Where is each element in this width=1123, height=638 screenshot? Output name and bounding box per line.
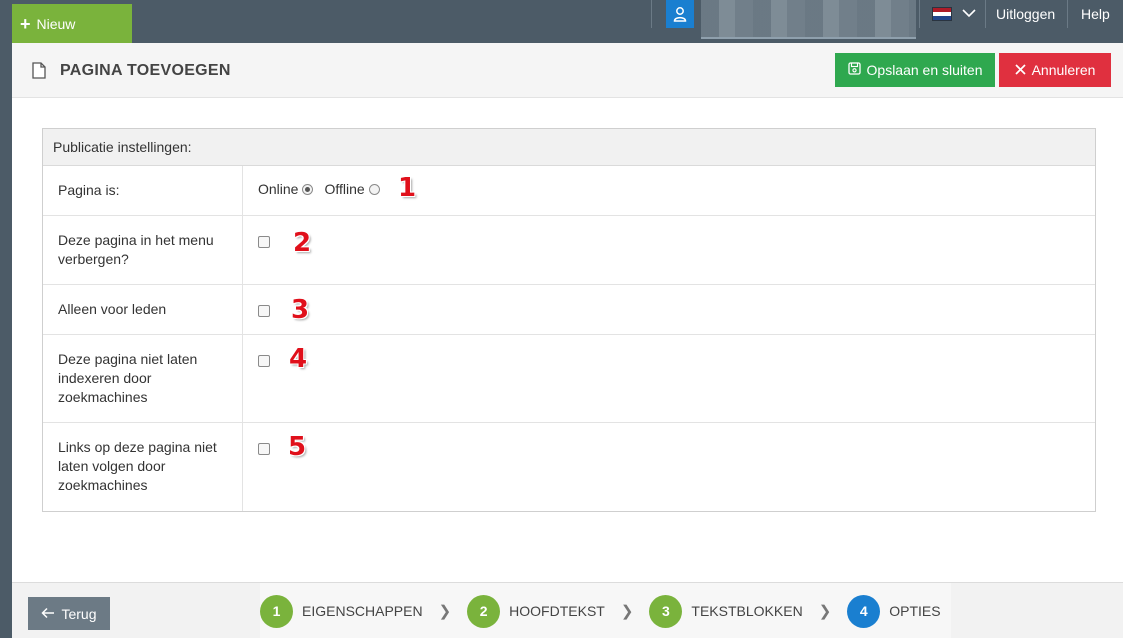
settings-row-label: Deze pagina in het menu verbergen? [43, 216, 243, 284]
online-radio[interactable] [302, 183, 314, 195]
wizard-steps: 1 EIGENSCHAPPEN ❯ 2 HOOFDTEKST ❯ 3 TEKST… [260, 583, 951, 638]
step-label: EIGENSCHAPPEN [302, 603, 423, 619]
settings-row-no-follow: Links op deze pagina niet laten volgen d… [43, 423, 1095, 511]
divider [919, 0, 920, 28]
annotation-marker: 1 [398, 173, 417, 203]
chevron-down-icon[interactable] [962, 6, 976, 21]
settings-row-label: Links op deze pagina niet laten volgen d… [43, 423, 243, 511]
save-icon [847, 62, 861, 78]
step-opties[interactable]: 4 OPTIES [847, 594, 941, 628]
logout-link[interactable]: Uitloggen [996, 6, 1055, 22]
user-underline [701, 37, 916, 39]
document-icon [32, 62, 46, 82]
status-radio-group: Online Offline [258, 181, 1080, 197]
new-button-label: Nieuw [36, 15, 76, 32]
step-eigenschappen[interactable]: 1 EIGENSCHAPPEN [260, 594, 423, 628]
settings-row-label: Deze pagina niet laten indexeren door zo… [43, 335, 243, 422]
annotation-marker: 3 [291, 295, 310, 325]
cancel-button[interactable]: Annuleren [999, 53, 1111, 87]
back-button[interactable]: Terug [28, 597, 110, 630]
settings-panel-title: Publicatie instellingen: [43, 129, 1095, 166]
settings-row-page-status: Pagina is: Online Offline 1 [43, 166, 1095, 216]
main-panel: PAGINA TOEVOEGEN Opslaan en sluiten Annu… [12, 43, 1123, 638]
save-and-close-button[interactable]: Opslaan en sluiten [835, 53, 995, 87]
no-index-checkbox[interactable] [258, 355, 270, 367]
step-number: 4 [847, 594, 881, 628]
page-title: PAGINA TOEVOEGEN [60, 62, 231, 79]
step-label: OPTIES [889, 603, 941, 619]
help-link[interactable]: Help [1081, 6, 1110, 22]
plus-icon: + [20, 13, 31, 34]
offline-label: Offline [324, 181, 365, 197]
arrow-left-icon [41, 606, 55, 622]
back-button-label: Terug [61, 605, 97, 622]
cancel-button-label: Annuleren [1031, 62, 1096, 78]
offline-radio[interactable] [368, 183, 380, 195]
annotation-marker: 5 [288, 432, 307, 462]
settings-row-value: 3 [243, 285, 1095, 334]
hide-in-menu-checkbox[interactable] [258, 236, 270, 248]
no-follow-checkbox[interactable] [258, 443, 270, 455]
divider [1067, 0, 1068, 28]
annotation-marker: 4 [289, 344, 308, 374]
settings-row-label: Pagina is: [43, 166, 243, 215]
settings-row-hide-in-menu: Deze pagina in het menu verbergen? 2 [43, 216, 1095, 285]
user-icon[interactable] [666, 0, 694, 28]
close-icon [1014, 62, 1026, 78]
step-number: 3 [649, 594, 683, 628]
step-hoofdtekst[interactable]: 2 HOOFDTEKST [467, 594, 605, 628]
annotation-marker: 2 [293, 228, 312, 258]
members-only-checkbox[interactable] [258, 305, 270, 317]
settings-row-value: 4 [243, 335, 1095, 422]
step-label: TEKSTBLOKKEN [691, 603, 803, 619]
user-name-blurred[interactable] [701, 0, 916, 38]
settings-row-label: Alleen voor leden [43, 285, 243, 334]
publication-settings-panel: Publicatie instellingen: Pagina is: Onli… [42, 128, 1096, 512]
new-button[interactable]: + Nieuw [12, 4, 132, 43]
chevron-right-icon: ❯ [438, 603, 452, 620]
step-number: 1 [260, 594, 293, 628]
wizard-footer: Terug 1 EIGENSCHAPPEN ❯ 2 HOOFDTEKST ❯ 3… [12, 582, 1123, 638]
top-bar: + Nieuw Uitloggen Help [0, 0, 1123, 43]
settings-row-members-only: Alleen voor leden 3 [43, 285, 1095, 335]
online-label: Online [258, 181, 299, 197]
settings-row-value: Online Offline 1 [243, 166, 1095, 215]
step-number: 2 [467, 594, 501, 628]
page-header: PAGINA TOEVOEGEN Opslaan en sluiten Annu… [12, 43, 1123, 98]
settings-row-value: 2 [243, 216, 1095, 284]
settings-row-no-index: Deze pagina niet laten indexeren door zo… [43, 335, 1095, 423]
divider [651, 0, 652, 28]
netherlands-flag-icon[interactable] [932, 7, 952, 21]
divider [985, 0, 986, 28]
step-label: HOOFDTEKST [509, 603, 605, 619]
step-tekstblokken[interactable]: 3 TEKSTBLOKKEN [649, 594, 803, 628]
chevron-right-icon: ❯ [818, 603, 832, 620]
chevron-right-icon: ❯ [620, 603, 634, 620]
settings-row-value: 5 [243, 423, 1095, 511]
save-button-label: Opslaan en sluiten [866, 62, 983, 78]
